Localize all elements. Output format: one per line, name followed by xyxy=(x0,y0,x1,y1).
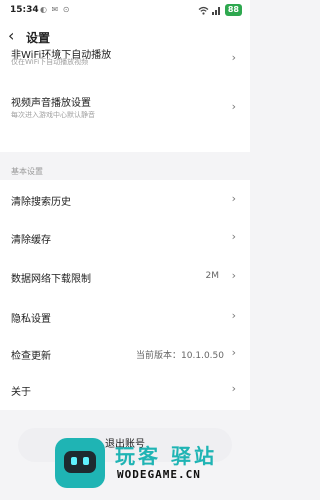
clear-search-history-label: 清除搜索历史 xyxy=(11,197,71,208)
privacy-settings-label: 隐私设置 xyxy=(11,314,51,325)
status-right: 88 xyxy=(198,4,242,16)
section-label-basic: 基本设置 xyxy=(11,167,43,176)
clear-search-history-row[interactable]: 清除搜索历史 › xyxy=(0,190,250,210)
download-limit-label: 数据网络下载限制 xyxy=(11,274,91,285)
chevron-right-icon: › xyxy=(231,230,236,243)
status-time: 15:34 xyxy=(10,5,39,15)
chevron-right-icon: › xyxy=(231,269,236,282)
chevron-right-icon: › xyxy=(231,309,236,322)
clear-cache-label: 清除缓存 xyxy=(11,235,51,246)
battery-icon: 88 xyxy=(224,4,242,16)
signal-icon xyxy=(211,6,220,15)
basic-settings-card: 清除搜索历史 › 清除缓存 › 数据网络下载限制 2M › 隐私设置 › 检查更… xyxy=(0,180,250,410)
privacy-settings-row[interactable]: 隐私设置 › xyxy=(0,307,250,327)
chevron-right-icon: › xyxy=(231,51,236,64)
wifi-icon xyxy=(198,6,209,15)
robot-logo-icon xyxy=(55,438,105,488)
autoplay-setting-row[interactable]: 非WiFi环境下自动播放 仅在WiFi下自动播放视频 › xyxy=(0,44,250,78)
clear-cache-row[interactable]: 清除缓存 › xyxy=(0,228,250,248)
video-sound-setting-title: 视频声音播放设置 xyxy=(11,98,91,109)
chevron-left-icon[interactable]: ‹ xyxy=(8,27,14,45)
chevron-right-icon: › xyxy=(231,100,236,113)
watermark: 玩客 驿站 WODEGAME.CN xyxy=(55,438,240,490)
chevron-right-icon: › xyxy=(231,192,236,205)
chevron-right-icon: › xyxy=(231,382,236,395)
download-limit-row[interactable]: 数据网络下载限制 2M › xyxy=(0,267,250,287)
check-update-row[interactable]: 检查更新 当前版本：10.1.0.50 › xyxy=(0,344,250,364)
about-row[interactable]: 关于 › xyxy=(0,380,250,400)
current-version-value: 当前版本：10.1.0.50 xyxy=(136,351,224,361)
video-sound-setting-row[interactable]: 视频声音播放设置 每次进入游戏中心默认静音 › xyxy=(0,90,250,124)
chevron-right-icon: › xyxy=(231,346,236,359)
video-sound-setting-subtitle: 每次进入游戏中心默认静音 xyxy=(11,111,95,119)
check-update-label: 检查更新 xyxy=(11,351,51,362)
status-bar: 15:34 ◐ ✉ ⊙ 88 xyxy=(0,0,250,22)
video-settings-card: 非WiFi环境下自动播放 仅在WiFi下自动播放视频 › 视频声音播放设置 每次… xyxy=(0,50,250,152)
autoplay-setting-subtitle: 仅在WiFi下自动播放视频 xyxy=(11,58,89,66)
download-limit-value: 2M xyxy=(205,271,220,281)
about-label: 关于 xyxy=(11,387,31,398)
notification-icons: ◐ ✉ ⊙ xyxy=(40,5,71,14)
watermark-name: 玩客 驿站 xyxy=(115,444,217,468)
watermark-site: WODEGAME.CN xyxy=(117,468,201,481)
